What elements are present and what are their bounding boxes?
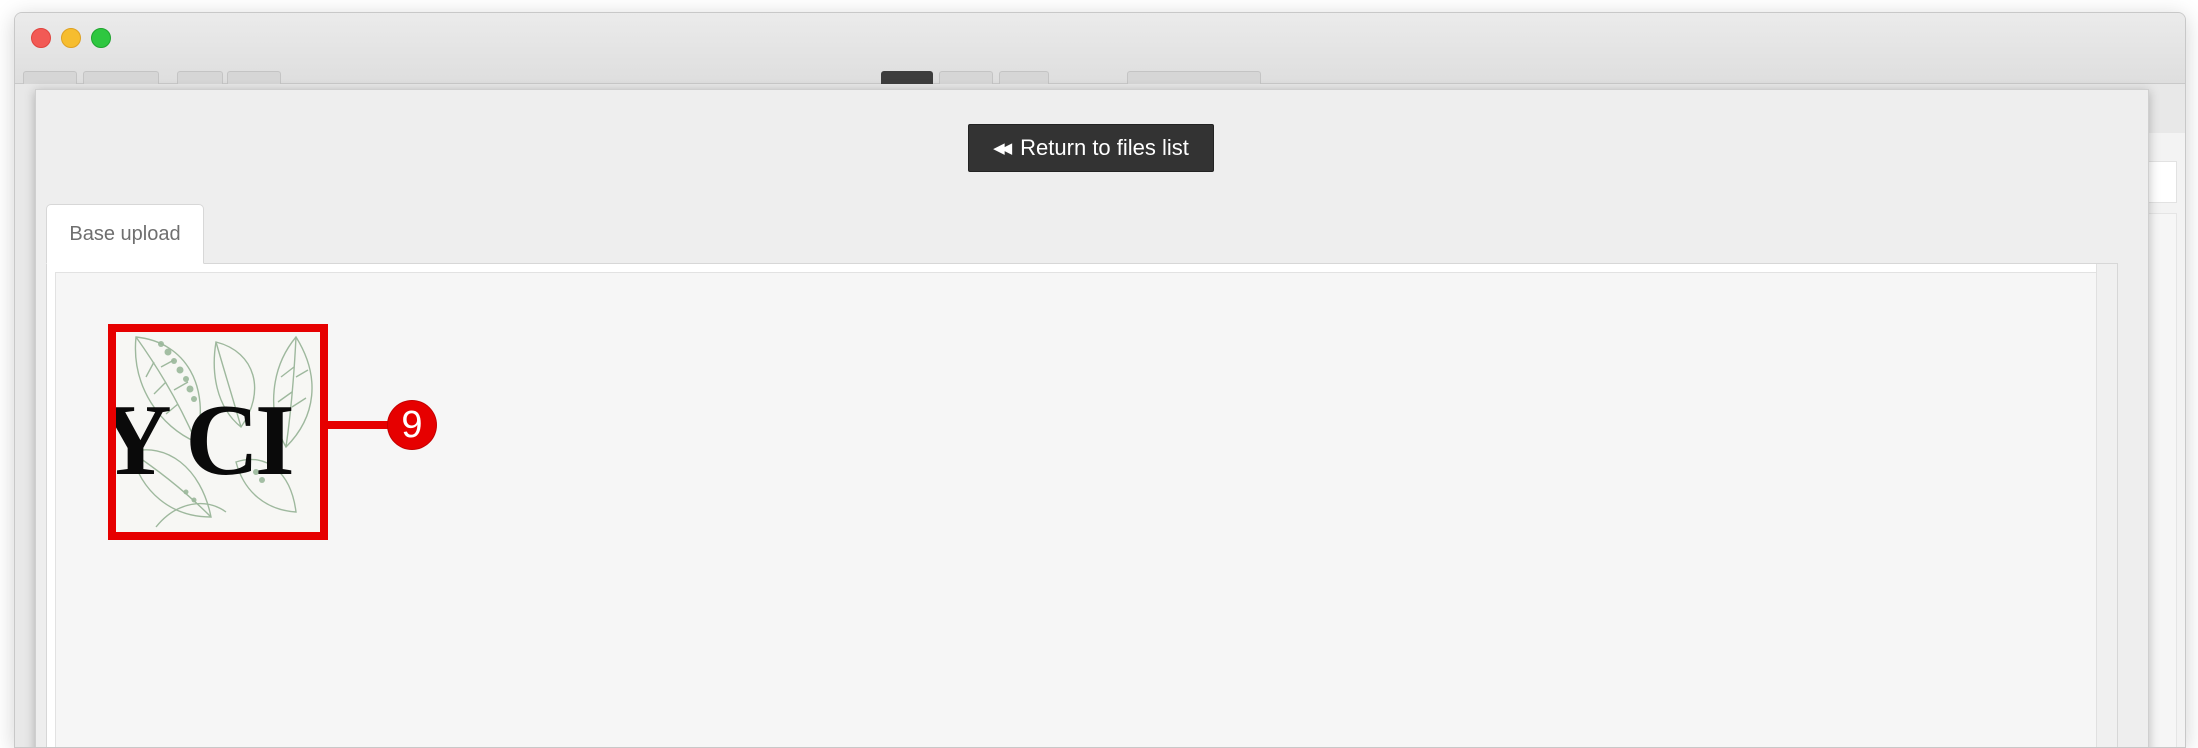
vertical-scrollbar[interactable] [2096, 264, 2117, 747]
annotation-marker-badge: 9 [388, 401, 436, 449]
background-toolbar-button [881, 71, 933, 84]
maximize-window-icon[interactable] [91, 28, 111, 48]
tab-base-upload[interactable]: Base upload [46, 204, 204, 264]
minimize-window-icon[interactable] [61, 28, 81, 48]
background-toolbar-button [939, 71, 993, 84]
tab-panel-base-upload: Y CI 9 [46, 263, 2118, 747]
background-toolbar-button [227, 71, 281, 84]
background-toolbar-button [177, 71, 223, 84]
annotation-connector-line [320, 421, 388, 429]
background-search-field [1127, 71, 1261, 84]
app-window: ◀◀ Return to files list Base upload Y CI… [14, 12, 2186, 748]
close-window-icon[interactable] [31, 28, 51, 48]
uploaded-image-thumbnail[interactable]: Y CI [108, 324, 328, 540]
background-toolbar-button [83, 71, 159, 84]
background-toolbar-button [999, 71, 1049, 84]
fast-backward-icon: ◀◀ [993, 140, 1012, 157]
return-to-files-list-button[interactable]: ◀◀ Return to files list [968, 124, 1214, 172]
background-toolbar-button [23, 71, 77, 84]
return-button-label: Return to files list [1020, 135, 1189, 160]
logo-lettering: Y CI [108, 384, 295, 497]
upload-preview-area: Y CI 9 [55, 272, 2105, 747]
file-upload-modal: ◀◀ Return to files list Base upload Y CI… [35, 89, 2149, 747]
window-titlebar [15, 13, 2185, 84]
tab-label: Base upload [69, 222, 181, 245]
